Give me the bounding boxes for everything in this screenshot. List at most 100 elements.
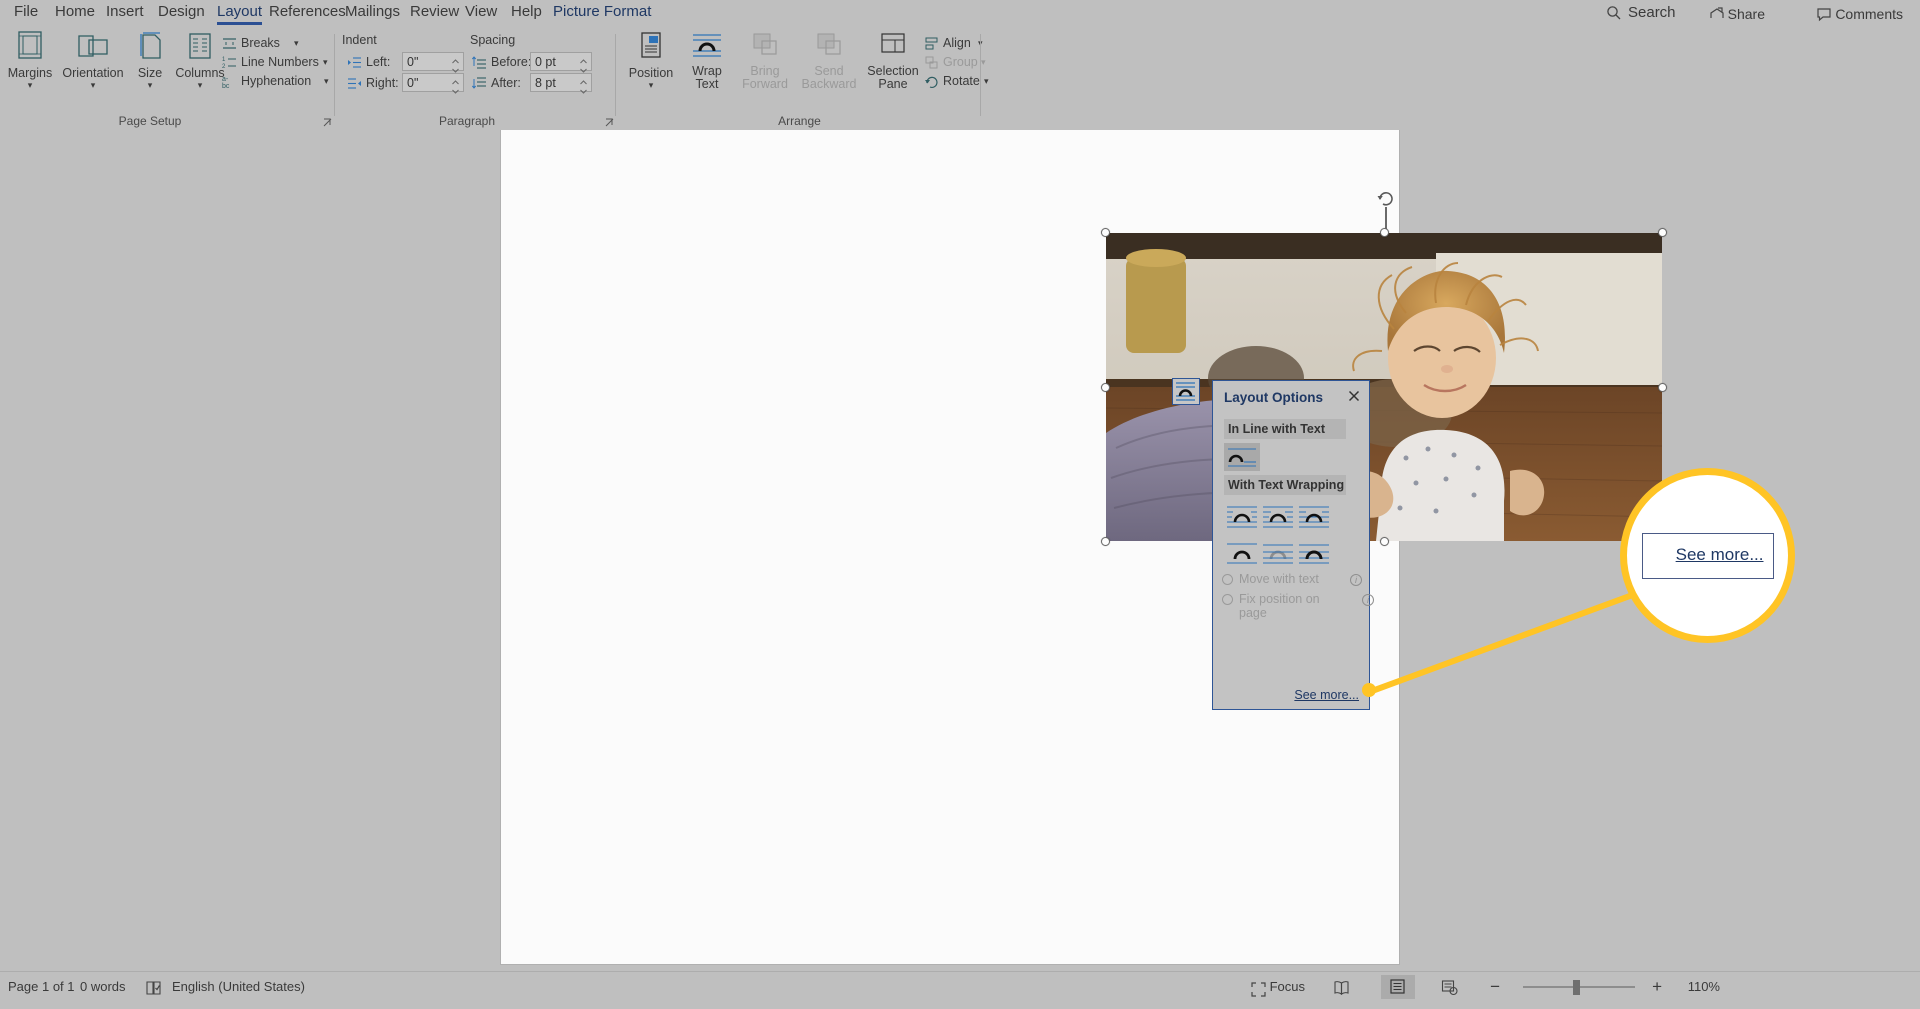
resize-handle-bottom-left[interactable] [1101, 537, 1110, 546]
layout-options-launcher-button[interactable] [1172, 378, 1200, 405]
ribbon-group-page-setup: Margins ▾ Orientation ▾ Size ▾ Columns ▾… [0, 26, 332, 130]
spacing-after-stepper[interactable] [578, 74, 589, 94]
resize-handle-middle-left[interactable] [1101, 383, 1110, 392]
size-button[interactable]: Size ▾ [130, 30, 170, 90]
wrap-option-tight[interactable] [1260, 503, 1296, 531]
word-count[interactable]: 0 words [80, 972, 126, 1002]
wrap-option-square[interactable] [1224, 503, 1260, 531]
position-button[interactable]: Position ▾ [622, 30, 680, 90]
close-icon[interactable] [1347, 389, 1361, 403]
stepper-down-icon[interactable] [578, 62, 589, 73]
indent-left-stepper[interactable] [450, 53, 461, 73]
stepper-down-icon[interactable] [578, 83, 589, 94]
paragraph-group-title: Paragraph [438, 114, 496, 128]
svg-text:1: 1 [222, 57, 226, 63]
wrap-option-in-line-with-text[interactable] [1224, 443, 1260, 471]
layout-options-panel[interactable]: Layout Options In Line with Text With Te… [1212, 380, 1374, 710]
info-icon[interactable]: i [1350, 574, 1362, 586]
focus-label: Focus [1269, 979, 1305, 994]
tab-review[interactable]: Review [404, 0, 465, 26]
bring-forward-button[interactable]: Bring Forward [734, 30, 796, 91]
wrap-text-icon [682, 30, 732, 63]
chevron-down-icon: ▾ [90, 80, 96, 90]
indent-right-input[interactable]: 0" [402, 73, 464, 94]
radio-circle-icon [1222, 594, 1233, 605]
ribbon-group-arrange: Position ▾ Wrap Text Bring Forward Send … [622, 26, 989, 130]
send-backward-button[interactable]: Send Backward [798, 30, 860, 91]
selection-pane-button[interactable]: Selection Pane [862, 30, 924, 91]
share-button[interactable]: Share [1703, 2, 1774, 24]
tab-insert[interactable]: Insert [100, 0, 150, 26]
tab-layout[interactable]: Layout [211, 0, 268, 26]
rotate-label: Rotate [943, 74, 980, 88]
paragraph-dialog-launcher[interactable] [604, 116, 616, 128]
zoom-out-button[interactable]: − [1490, 972, 1500, 1002]
tab-design[interactable]: Design [152, 0, 211, 26]
spacing-before-value: 0 pt [535, 55, 556, 69]
breaks-label: Breaks [241, 36, 280, 50]
tab-mailings[interactable]: Mailings [339, 0, 406, 26]
indent-left-input[interactable]: 0" [402, 52, 464, 73]
stepper-up-icon[interactable] [578, 74, 589, 85]
focus-mode-button[interactable]: Focus [1250, 972, 1305, 1002]
zoom-slider-thumb[interactable] [1573, 980, 1580, 995]
wrap-option-through[interactable] [1296, 503, 1332, 531]
svg-text:2: 2 [222, 64, 226, 70]
zoom-level-label[interactable]: 110% [1688, 972, 1720, 1002]
see-more-link[interactable]: See more... [1294, 688, 1359, 702]
read-mode-icon[interactable] [1333, 979, 1350, 996]
proofing-icon[interactable] [145, 979, 162, 996]
resize-handle-top-center[interactable] [1380, 228, 1389, 237]
tab-view[interactable]: View [459, 0, 503, 26]
wrap-option-in-front-of-text[interactable] [1296, 539, 1332, 567]
indent-right-value: 0" [407, 76, 419, 90]
hyphenation-icon: a-bc [222, 74, 237, 90]
resize-handle-top-left[interactable] [1101, 228, 1110, 237]
tab-picture-format[interactable]: Picture Format [547, 0, 657, 26]
comment-icon [1816, 6, 1832, 22]
tab-home[interactable]: Home [49, 0, 101, 26]
resize-handle-middle-right[interactable] [1658, 383, 1667, 392]
stepper-down-icon[interactable] [450, 62, 461, 73]
tab-file[interactable]: File [8, 0, 44, 26]
comments-button[interactable]: Comments [1810, 2, 1912, 24]
wrap-option-top-and-bottom[interactable] [1224, 539, 1260, 567]
selection-pane-icon [862, 30, 924, 63]
align-icon [924, 36, 939, 51]
ribbon-body: Margins ▾ Orientation ▾ Size ▾ Columns ▾… [0, 26, 1920, 130]
spacing-after-input[interactable]: 8 pt [530, 73, 592, 94]
zoom-in-button[interactable]: + [1652, 972, 1662, 1002]
page-setup-dialog-launcher[interactable] [322, 116, 334, 128]
resize-handle-bottom-center[interactable] [1380, 537, 1389, 546]
web-layout-view-icon[interactable] [1441, 979, 1458, 996]
spacing-after-icon [471, 76, 487, 91]
chevron-down-icon: ▾ [648, 80, 654, 90]
print-layout-view-button[interactable] [1381, 975, 1415, 999]
orientation-button[interactable]: Orientation ▾ [58, 30, 128, 90]
columns-button[interactable]: Columns ▾ [172, 30, 228, 90]
inline-with-text-header: In Line with Text [1224, 419, 1346, 439]
ribbon-area: File Home Insert Design Layout Reference… [0, 0, 1920, 130]
wrap-text-button[interactable]: Wrap Text [682, 30, 732, 91]
tab-help[interactable]: Help [505, 0, 548, 26]
chevron-down-icon: ▾ [294, 38, 299, 48]
language-indicator[interactable]: English (United States) [172, 972, 305, 1002]
document-area[interactable]: Layout Options In Line with Text With Te… [0, 130, 1920, 971]
indent-right-stepper[interactable] [450, 74, 461, 94]
group-separator [615, 34, 616, 116]
spacing-before-stepper[interactable] [578, 53, 589, 73]
spacing-before-input[interactable]: 0 pt [530, 52, 592, 73]
margins-button[interactable]: Margins ▾ [4, 30, 56, 90]
margins-label: Margins [7, 66, 53, 80]
stepper-up-icon[interactable] [450, 74, 461, 85]
stepper-up-icon[interactable] [578, 53, 589, 64]
resize-handle-top-right[interactable] [1658, 228, 1667, 237]
svg-text:a-: a- [222, 76, 229, 83]
page-indicator[interactable]: Page 1 of 1 [8, 972, 75, 1002]
stepper-down-icon[interactable] [450, 83, 461, 94]
stepper-up-icon[interactable] [450, 53, 461, 64]
size-label: Size [137, 66, 163, 80]
wrap-option-behind-text[interactable] [1260, 539, 1296, 567]
svg-text:bc: bc [222, 83, 230, 89]
rotate-handle[interactable] [1377, 189, 1395, 207]
